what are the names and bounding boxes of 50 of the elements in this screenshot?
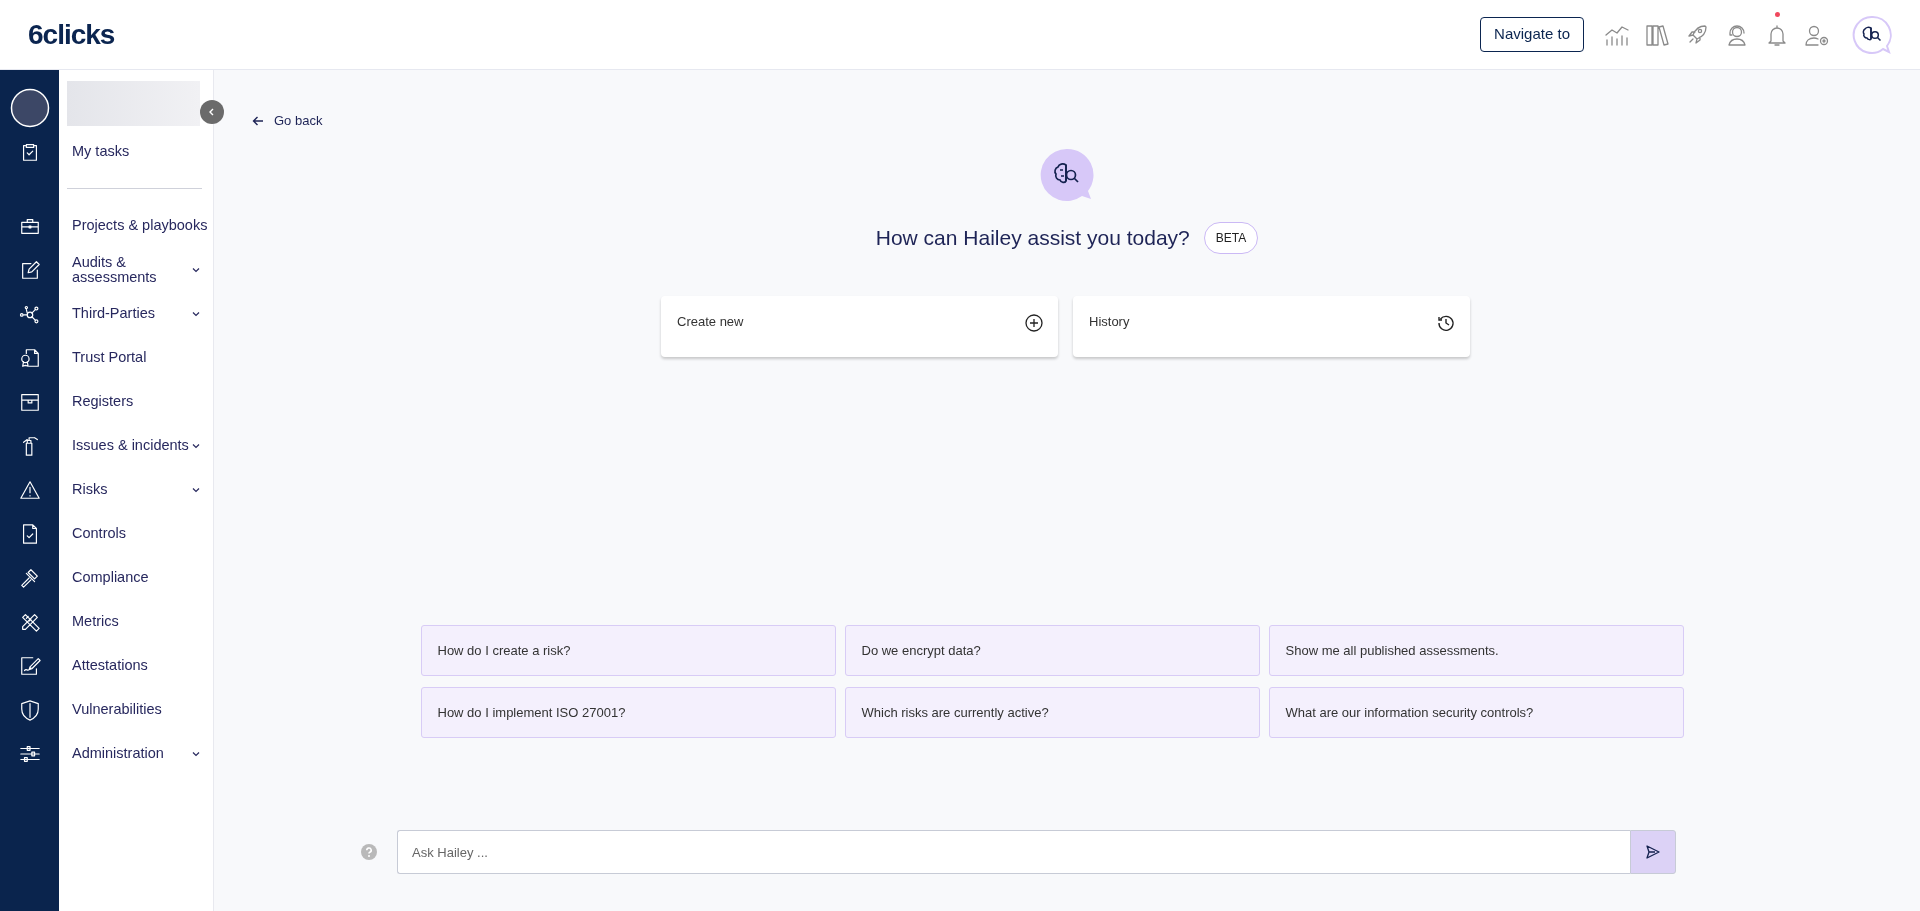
beta-tag: BETA (1203, 222, 1259, 254)
hailey-brain-icon (1040, 148, 1094, 202)
sidebar-item[interactable]: Controls (59, 526, 213, 542)
assistant-heading: How can Hailey assist you today? (875, 225, 1190, 252)
chevron-down-icon[interactable] (191, 441, 201, 451)
certificate-document-icon[interactable] (18, 347, 41, 369)
chevron-down-icon[interactable] (191, 749, 201, 759)
sidebar-item[interactable]: Issues & incidents (59, 438, 189, 454)
chevron-down-icon[interactable] (191, 309, 201, 319)
suggestion-prompt[interactable]: How do I implement ISO 27001? (420, 687, 836, 738)
suggestion-prompt[interactable]: Which risks are currently active? (844, 687, 1260, 738)
sidebar-item[interactable]: My tasks (59, 144, 213, 160)
create-new-card[interactable]: Create new (661, 296, 1058, 357)
network-nodes-icon[interactable] (18, 303, 41, 325)
ask-hailey-field[interactable]: Ask Hailey ... (397, 830, 1630, 874)
arrow-left-icon (252, 115, 264, 127)
collapse-sidebar-button[interactable] (200, 100, 224, 124)
history-card[interactable]: History (1073, 296, 1470, 357)
signed-document-icon[interactable] (18, 655, 41, 677)
send-icon[interactable] (1646, 845, 1660, 859)
user-avatar[interactable] (9, 88, 50, 128)
box-icon[interactable] (18, 391, 41, 413)
go-back-link[interactable]: Go back (252, 111, 323, 131)
suggestion-prompt[interactable]: What are our information security controls? (1268, 687, 1684, 738)
shield-icon[interactable] (18, 699, 41, 721)
hailey-avatar-icon[interactable] (1852, 14, 1892, 55)
sidebar-item[interactable]: Trust Portal (59, 350, 213, 366)
suggestion-prompt[interactable]: Show me all published assessments. (1268, 625, 1684, 676)
sliders-icon[interactable] (18, 743, 41, 765)
suggestion-prompt[interactable]: How do I create a risk? (420, 625, 836, 676)
sidebar-item[interactable]: Audits & assessments (59, 254, 189, 286)
sidebar-item[interactable]: Registers (59, 394, 213, 410)
navigate-to-button[interactable]: Navigate to (1480, 17, 1584, 52)
history-icon (1436, 313, 1456, 333)
sidebar-item[interactable]: Compliance (59, 570, 213, 586)
gavel-icon[interactable] (18, 567, 41, 589)
chevron-down-icon[interactable] (191, 265, 201, 275)
sidebar-item[interactable]: Administration (59, 746, 189, 762)
send-button[interactable] (1630, 830, 1676, 874)
plus-circle-icon (1024, 313, 1044, 333)
chevron-down-icon[interactable] (191, 485, 201, 495)
app-logo[interactable]: 6clicks (28, 13, 115, 56)
suggestion-prompt[interactable]: Do we encrypt data? (844, 625, 1260, 676)
sidebar-item[interactable]: Third-Parties (59, 306, 189, 322)
warning-icon[interactable] (18, 479, 41, 501)
sidebar-item[interactable]: Attestations (59, 658, 213, 674)
sidebar-item[interactable]: Risks (59, 482, 189, 498)
sidebar-item[interactable]: Projects & playbooks (59, 218, 213, 234)
sidebar-item[interactable]: Vulnerabilities (59, 702, 213, 718)
sidebar-item[interactable]: Metrics (59, 614, 213, 630)
